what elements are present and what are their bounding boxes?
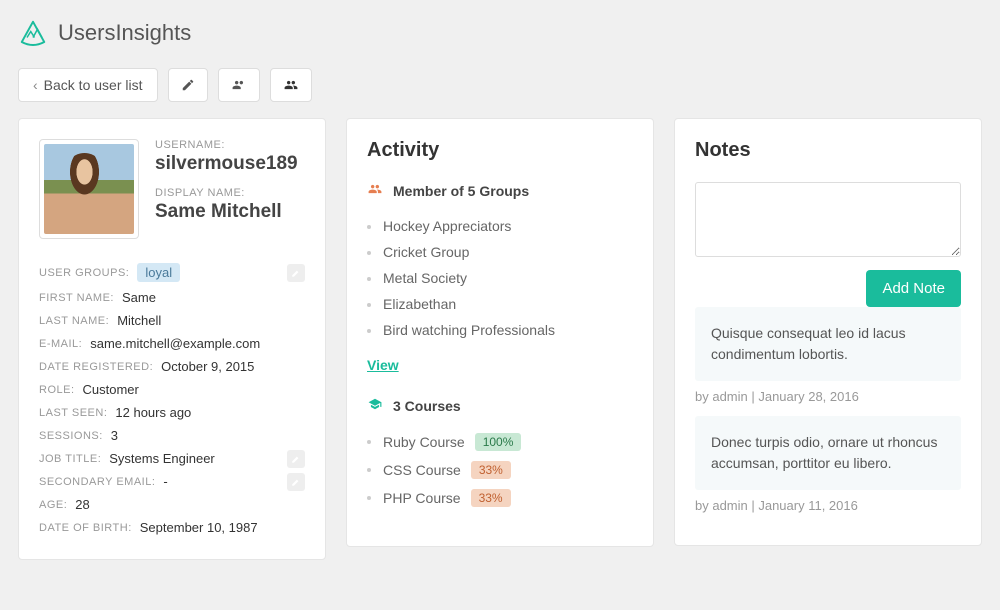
edit-user-groups[interactable] bbox=[287, 264, 305, 282]
field-age: AGE:28 bbox=[39, 493, 305, 516]
groups-heading-text: Member of 5 Groups bbox=[393, 183, 529, 199]
add-note-button[interactable]: Add Note bbox=[866, 270, 961, 307]
displayname-label: DISPLAY NAME: bbox=[155, 187, 298, 199]
back-button-label: Back to user list bbox=[44, 77, 143, 93]
course-name: PHP Course bbox=[383, 490, 461, 506]
logo-icon bbox=[18, 18, 48, 48]
list-item: Elizabethan bbox=[367, 291, 633, 317]
graduation-cap-icon bbox=[367, 397, 383, 414]
list-item: CSS Course 33% bbox=[367, 456, 633, 484]
users-dark-button[interactable] bbox=[270, 68, 312, 102]
field-sessions: SESSIONS:3 bbox=[39, 424, 305, 447]
edit-job-title[interactable] bbox=[287, 450, 305, 468]
note-meta: by admin | January 11, 2016 bbox=[695, 498, 961, 513]
pencil-icon bbox=[291, 477, 301, 487]
list-item: Ruby Course 100% bbox=[367, 428, 633, 456]
pencil-icon bbox=[291, 454, 301, 464]
list-item: Hockey Appreciators bbox=[367, 213, 633, 239]
displayname-value: Same Mitchell bbox=[155, 201, 298, 223]
groups-heading: Member of 5 Groups bbox=[367, 182, 633, 199]
brand-bar: UsersInsights bbox=[18, 18, 982, 48]
field-role: ROLE:Customer bbox=[39, 378, 305, 401]
note-input[interactable] bbox=[695, 182, 961, 257]
list-item: Cricket Group bbox=[367, 239, 633, 265]
notes-title: Notes bbox=[695, 139, 961, 162]
field-date-registered: DATE REGISTERED:October 9, 2015 bbox=[39, 355, 305, 378]
users-icon bbox=[367, 182, 383, 199]
course-pct: 33% bbox=[471, 461, 511, 479]
field-last-seen: LAST SEEN:12 hours ago bbox=[39, 401, 305, 424]
users-solid-icon bbox=[283, 78, 299, 92]
field-job-title: JOB TITLE:Systems Engineer bbox=[39, 447, 305, 470]
course-name: CSS Course bbox=[383, 462, 461, 478]
courses-list: Ruby Course 100% CSS Course 33% PHP Course… bbox=[367, 428, 633, 512]
note-item: Donec turpis odio, ornare ut rhoncus acc… bbox=[695, 416, 961, 490]
chevron-left-icon: ‹ bbox=[33, 77, 38, 93]
course-pct: 33% bbox=[471, 489, 511, 507]
field-email: E-MAIL:same.mitchell@example.com bbox=[39, 332, 305, 355]
pencil-icon bbox=[181, 78, 195, 92]
list-item: Bird watching Professionals bbox=[367, 317, 633, 343]
courses-heading: 3 Courses bbox=[367, 397, 633, 414]
notes-card: Notes Add Note Quisque consequat leo id … bbox=[674, 118, 982, 546]
field-secondary-email: SECONDARY EMAIL:- bbox=[39, 470, 305, 493]
brand-name: UsersInsights bbox=[58, 20, 191, 46]
groups-list: Hockey Appreciators Cricket Group Metal … bbox=[367, 213, 633, 343]
view-groups-link[interactable]: View bbox=[367, 357, 399, 373]
list-item: PHP Course 33% bbox=[367, 484, 633, 512]
course-name: Ruby Course bbox=[383, 434, 465, 450]
users-icon bbox=[231, 78, 247, 92]
user-groups-badge[interactable]: loyal bbox=[137, 263, 180, 282]
pencil-icon bbox=[291, 268, 301, 278]
avatar bbox=[39, 139, 139, 239]
list-item: Metal Society bbox=[367, 265, 633, 291]
field-user-groups: USER GROUPS: loyal bbox=[39, 259, 305, 286]
profile-card: USERNAME: silvermouse189 DISPLAY NAME: S… bbox=[18, 118, 326, 560]
activity-card: Activity Member of 5 Groups Hockey Appre… bbox=[346, 118, 654, 547]
edit-button[interactable] bbox=[168, 68, 208, 102]
activity-title: Activity bbox=[367, 139, 633, 162]
username-value: silvermouse189 bbox=[155, 153, 298, 175]
note-item: Quisque consequat leo id lacus condiment… bbox=[695, 307, 961, 381]
note-meta: by admin | January 28, 2016 bbox=[695, 389, 961, 404]
field-dob: DATE OF BIRTH:September 10, 1987 bbox=[39, 516, 305, 539]
course-pct: 100% bbox=[475, 433, 522, 451]
username-label: USERNAME: bbox=[155, 139, 298, 151]
field-last-name: LAST NAME:Mitchell bbox=[39, 309, 305, 332]
field-first-name: FIRST NAME:Same bbox=[39, 286, 305, 309]
user-groups-label: USER GROUPS: bbox=[39, 267, 129, 279]
user-group-button[interactable] bbox=[218, 68, 260, 102]
edit-secondary-email[interactable] bbox=[287, 473, 305, 491]
courses-heading-text: 3 Courses bbox=[393, 398, 461, 414]
toolbar: ‹ Back to user list bbox=[18, 68, 982, 102]
back-button[interactable]: ‹ Back to user list bbox=[18, 68, 158, 102]
